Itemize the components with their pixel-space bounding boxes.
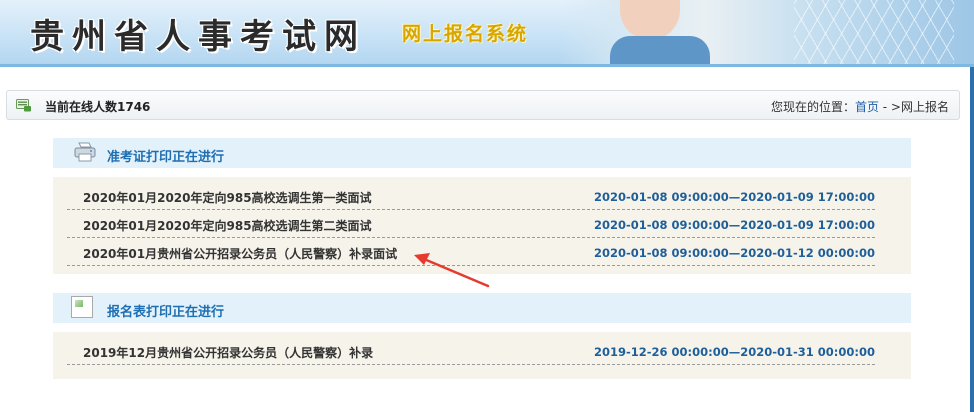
section-header-admission-ticket: 准考证打印正在进行 <box>53 138 911 168</box>
printer-icon <box>74 142 96 162</box>
breadcrumb-home-link[interactable]: 首页 <box>855 100 879 114</box>
page-right-edge <box>970 67 974 412</box>
exam-name-link[interactable]: 2019年12月贵州省公开招录公务员（人民警察）补录 <box>83 344 373 361</box>
banner-figure <box>620 0 680 40</box>
section-title-admission-ticket[interactable]: 准考证打印正在进行 <box>107 146 224 165</box>
breadcrumb-current: 网上报名 <box>900 100 949 114</box>
site-banner: 贵州省人事考试网 网上报名系统 <box>0 0 974 64</box>
banner-figure-shirt <box>610 36 710 64</box>
online-users-icon <box>16 99 31 112</box>
breadcrumb-prefix: 您现在的位置： <box>770 100 855 114</box>
list-item[interactable]: 2019年12月贵州省公开招录公务员（人民警察）补录 2019-12-26 00… <box>67 337 875 365</box>
exam-time-range: 2020-01-08 09:00:00—2020-01-09 17:00:00 <box>593 218 875 232</box>
banner-pattern <box>794 0 954 64</box>
online-user-count: 当前在线人数1746 <box>45 100 151 114</box>
breadcrumb-separator: - > <box>878 100 901 114</box>
exam-name-link[interactable]: 2020年01月贵州省公开招录公务员（人民警察）补录面试 <box>83 245 397 262</box>
exam-name-link[interactable]: 2020年01月2020年定向985高校选调生第二类面试 <box>83 217 372 234</box>
exam-time-range: 2019-12-26 00:00:00—2020-01-31 00:00:00 <box>593 345 875 359</box>
list-item[interactable]: 2020年01月2020年定向985高校选调生第二类面试 2020-01-08 … <box>67 210 875 238</box>
site-subtitle: 网上报名系统 <box>402 23 529 45</box>
exam-time-range: 2020-01-08 09:00:00—2020-01-09 17:00:00 <box>593 190 875 204</box>
breadcrumb: 您现在的位置：首页 - >网上报名 <box>771 98 949 115</box>
section-header-registration-form: 报名表打印正在进行 <box>53 293 911 323</box>
exam-name-link[interactable]: 2020年01月2020年定向985高校选调生第一类面试 <box>83 189 372 206</box>
annotation-arrow-icon <box>414 253 490 288</box>
site-title: 贵州省人事考试网 <box>30 17 366 57</box>
broken-image-icon <box>71 296 93 318</box>
banner-divider <box>0 64 974 67</box>
section-title-registration-form[interactable]: 报名表打印正在进行 <box>107 301 224 320</box>
status-bar: 当前在线人数1746 您现在的位置：首页 - >网上报名 <box>6 90 960 120</box>
exam-time-range: 2020-01-08 09:00:00—2020-01-12 00:00:00 <box>593 246 875 260</box>
banner-photo <box>560 0 974 64</box>
section-list-registration-form: 2019年12月贵州省公开招录公务员（人民警察）补录 2019-12-26 00… <box>53 332 911 379</box>
list-item[interactable]: 2020年01月2020年定向985高校选调生第一类面试 2020-01-08 … <box>67 182 875 210</box>
